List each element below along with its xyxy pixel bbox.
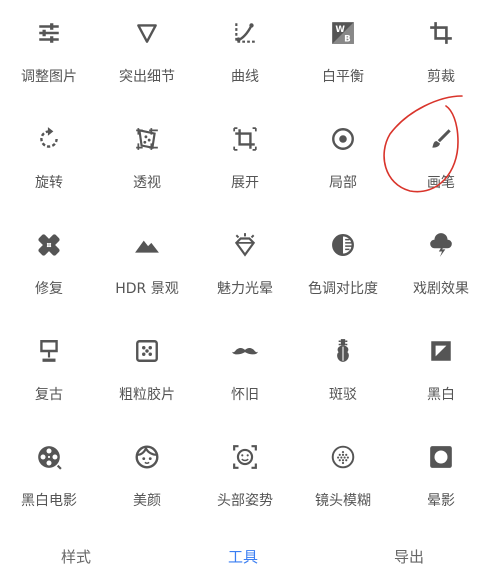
tool-label: 剪裁 [427, 69, 455, 85]
tool-label: 粗粒胶片 [119, 387, 175, 403]
svg-text:B: B [344, 35, 351, 45]
tool-vignette[interactable]: 晕影 [392, 424, 490, 524]
tool-label: HDR 景观 [115, 281, 179, 297]
tool-tonal-contrast[interactable]: 色调对比度 [294, 212, 392, 312]
tool-glamour-glow[interactable]: 魅力光晕 [196, 212, 294, 312]
tool-label: 突出细节 [119, 69, 175, 85]
tool-face-enhance[interactable]: 美颜 [98, 424, 196, 524]
crop-icon [426, 18, 456, 48]
tool-label: 复古 [35, 387, 63, 403]
tool-noir[interactable]: 黑白电影 [0, 424, 98, 524]
tool-vintage[interactable]: 复古 [0, 318, 98, 418]
tool-details[interactable]: 突出细节 [98, 0, 196, 100]
tool-label: 怀旧 [231, 387, 259, 403]
tool-grainy-film[interactable]: 粗粒胶片 [98, 318, 196, 418]
tool-grunge[interactable]: 斑驳 [294, 318, 392, 418]
tool-label: 戏剧效果 [413, 281, 469, 297]
tool-rotate[interactable]: 旋转 [0, 106, 98, 206]
tool-label: 色调对比度 [308, 281, 378, 297]
face-icon [132, 442, 162, 472]
bandage-icon [34, 230, 64, 260]
tool-label: 头部姿势 [217, 493, 273, 509]
tool-lens-blur[interactable]: 镜头模糊 [294, 424, 392, 524]
curve-icon [230, 18, 260, 48]
head-pose-icon [230, 442, 260, 472]
tool-label: 画笔 [427, 175, 455, 191]
film-reel-icon [34, 442, 64, 472]
tool-healing[interactable]: 修复 [0, 212, 98, 312]
tool-label: 美颜 [133, 493, 161, 509]
tool-retrolux[interactable]: 怀旧 [196, 318, 294, 418]
tool-perspective[interactable]: 透视 [98, 106, 196, 206]
tool-crop[interactable]: 剪裁 [392, 0, 490, 100]
svg-text:W: W [335, 25, 345, 35]
dice-icon [132, 336, 162, 366]
black-white-icon [426, 336, 456, 366]
tool-label: 调整图片 [21, 69, 77, 85]
perspective-icon [132, 124, 162, 154]
tool-head-pose[interactable]: 头部姿势 [196, 424, 294, 524]
mountain-icon [132, 230, 162, 260]
tool-label: 黑白 [427, 387, 455, 403]
tool-label: 镜头模糊 [315, 493, 371, 509]
tool-label: 展开 [231, 175, 259, 191]
tool-drama[interactable]: 戏剧效果 [392, 212, 490, 312]
tool-expand[interactable]: 展开 [196, 106, 294, 206]
tool-label: 旋转 [35, 175, 63, 191]
tab-export[interactable]: 导出 [394, 546, 424, 567]
diamond-glow-icon [230, 230, 260, 260]
rotate-icon [34, 124, 64, 154]
tool-adjust-image[interactable]: 调整图片 [0, 0, 98, 100]
white-balance-icon: WB [328, 18, 358, 48]
tool-label: 斑驳 [329, 387, 357, 403]
lens-blur-icon [328, 442, 358, 472]
cloud-lightning-icon [426, 230, 456, 260]
sliders-icon [34, 18, 64, 48]
tool-selective[interactable]: 局部 [294, 106, 392, 206]
brush-icon [426, 124, 456, 154]
triangle-down-icon [132, 18, 162, 48]
tonal-contrast-icon [328, 230, 358, 260]
tool-brush[interactable]: 画笔 [392, 106, 490, 206]
bottom-tab-bar: 样式 工具 导出 [0, 538, 491, 576]
tool-label: 局部 [329, 175, 357, 191]
tool-label: 曲线 [231, 69, 259, 85]
tool-label: 黑白电影 [21, 493, 77, 509]
tool-hdr-scape[interactable]: HDR 景观 [98, 212, 196, 312]
tool-label: 晕影 [427, 493, 455, 509]
tool-label: 修复 [35, 281, 63, 297]
tool-curves[interactable]: 曲线 [196, 0, 294, 100]
tool-label: 透视 [133, 175, 161, 191]
lamp-icon [34, 336, 64, 366]
expand-icon [230, 124, 260, 154]
tool-white-balance[interactable]: WB 白平衡 [294, 0, 392, 100]
tab-tools[interactable]: 工具 [228, 546, 258, 567]
tab-styles[interactable]: 样式 [61, 546, 91, 567]
tool-label: 白平衡 [322, 69, 364, 85]
target-icon [328, 124, 358, 154]
mustache-icon [230, 336, 260, 366]
tool-label: 魅力光晕 [217, 281, 273, 297]
tool-black-white[interactable]: 黑白 [392, 318, 490, 418]
guitar-icon [328, 336, 358, 366]
tools-grid: 调整图片 突出细节 曲线 WB 白平衡 剪裁 旋转 透视 展开 局部 画笔 修复… [0, 0, 491, 530]
vignette-icon [426, 442, 456, 472]
